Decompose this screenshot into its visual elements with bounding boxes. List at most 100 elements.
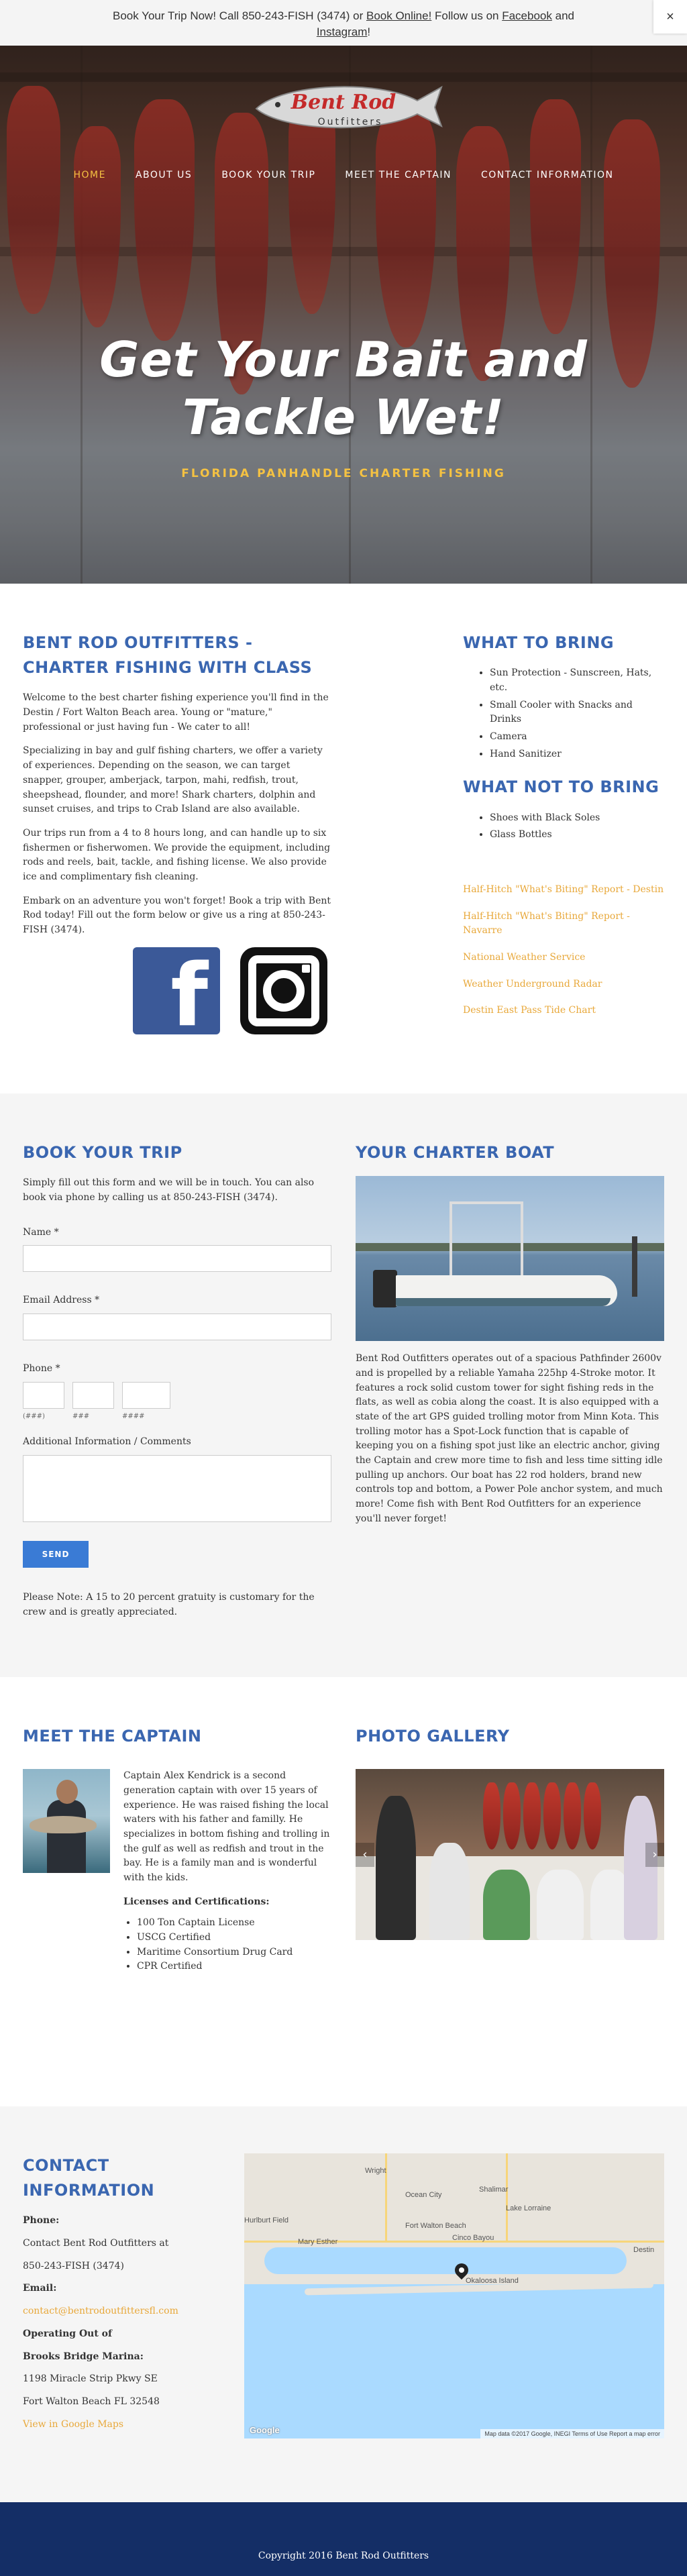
gallery-fish [503,1782,521,1850]
announcement-bar: Book Your Trip Now! Call 850-243-FISH (3… [0,0,687,46]
photo-gallery-slider[interactable]: ‹ › [356,1769,664,1941]
what-not-to-bring-list: Shoes with Black Soles Glass Bottles [490,811,664,843]
social-links: f [133,947,331,1034]
booking-form-column: BOOK YOUR TRIP Simply fill out this form… [23,1140,331,1629]
licenses-title: Licenses and Certifications: [123,1896,270,1907]
nav-item-contact-information[interactable]: CONTACT INFORMATION [466,168,628,183]
nav-item-meet-the-captain[interactable]: MEET THE CAPTAIN [330,168,466,183]
what-to-bring-list: Sun Protection - Sunscreen, Hats, etc. S… [490,666,664,761]
gallery-person [537,1870,584,1941]
hero-subheadline: FLORIDA PANHANDLE CHARTER FISHING [181,467,506,480]
send-button[interactable]: SEND [23,1540,89,1568]
announcement-text-and: and [551,9,574,22]
nav-item-about-us[interactable]: ABOUT US [121,168,207,183]
phone-number: 850-243-FISH (3474) [23,2260,124,2271]
link-tide-chart[interactable]: Destin East Pass Tide Chart [463,1004,664,1018]
phone-fields [23,1381,331,1409]
gallery-person [483,1870,530,1941]
announcement-text-end: ! [367,25,371,38]
phone-hints: (###) ### #### [23,1411,331,1422]
list-item: Shoes with Black Soles [490,811,664,826]
book-online-link[interactable]: Book Online! [366,9,431,22]
phone-label: Phone * [23,1362,60,1374]
charter-boat-column: YOUR CHARTER BOAT Bent Rod Outfitters op… [356,1140,664,1629]
facebook-glyph: f [170,947,208,1034]
link-weather-underground-radar[interactable]: Weather Underground Radar [463,977,664,992]
map-label: Mary Esther [298,2238,338,2246]
boat-photo [356,1176,664,1342]
booking-intro: Simply fill out this form and we will be… [23,1177,315,1203]
gallery-person [624,1796,657,1941]
map-bay [264,2247,627,2274]
about-section: BENT ROD OUTFITTERS - CHARTER FISHING WI… [0,584,687,1093]
boat-marker-post [632,1236,637,1297]
about-paragraph: Embark on an adventure you won't forget!… [23,895,331,935]
phone-hint: (###) [23,1412,45,1420]
captain-photo-body [47,1800,86,1874]
list-item: Maritime Consortium Drug Card [137,1945,331,1960]
link-national-weather-service[interactable]: National Weather Service [463,951,664,965]
boat-hull-stripe [396,1298,611,1307]
boat-motor [373,1270,397,1308]
phone-area-code-field[interactable] [23,1381,64,1409]
gallery-person [429,1843,470,1941]
site-logo[interactable]: Bent Rod Outfitters [243,70,444,144]
list-item: Sun Protection - Sunscreen, Hats, etc. [490,666,664,695]
embedded-map[interactable]: Wright Ocean City Shalimar Lake Lorraine… [244,2153,664,2438]
what-not-to-bring-title: WHAT NOT TO BRING [463,777,659,797]
link-navarre-report[interactable]: Half-Hitch "What's Biting" Report - Nava… [463,910,664,938]
gallery-column: PHOTO GALLERY ‹ › [356,1724,664,1974]
charter-boat-description: Bent Rod Outfitters operates out of a sp… [356,1353,663,1524]
copyright-text: Copyright 2016 Bent Rod Outfitters [258,2551,429,2561]
facebook-icon[interactable]: f [133,947,220,1034]
gallery-fish [543,1782,561,1850]
phone-prefix-field[interactable] [72,1381,114,1409]
facebook-link[interactable]: Facebook [502,9,552,22]
logo-fish-icon: Bent Rod Outfitters [255,85,443,129]
phone-heading: Phone: [23,2215,60,2226]
gallery-fish [584,1782,601,1850]
announcement-text-middle: Follow us on [431,9,503,22]
hero-headline-line2: Tackle Wet! [182,389,505,445]
email-field[interactable] [23,1313,331,1340]
additional-info-label: Additional Information / Comments [23,1436,191,1448]
booking-title: BOOK YOUR TRIP [23,1143,182,1162]
captain-bio-text: Captain Alex Kendrick is a second genera… [123,1770,330,1883]
gallery-fish [564,1782,581,1850]
link-destin-report[interactable]: Half-Hitch "What's Biting" Report - Dest… [463,883,664,898]
hero-headline: Get Your Bait and Tackle Wet! [0,331,687,446]
site-footer: Copyright 2016 Bent Rod Outfitters [0,2502,687,2576]
additional-info-field[interactable] [23,1454,331,1522]
name-field[interactable] [23,1245,331,1273]
phone-line-field[interactable] [122,1381,170,1409]
map-label: Hurlburt Field [244,2216,289,2224]
map-label: Shalimar [479,2186,509,2194]
nav-item-home[interactable]: HOME [58,168,120,183]
phone-hint: #### [122,1412,145,1420]
sidebar-column: WHAT TO BRING Sun Protection - Sunscreen… [463,631,664,1034]
gallery-fish [483,1782,500,1850]
email-heading: Email: [23,2283,57,2294]
instagram-link[interactable]: Instagram [317,25,368,38]
list-item: Camera [490,730,664,745]
captain-bio: Captain Alex Kendrick is a second genera… [123,1769,331,1974]
google-logo: Google [250,2424,280,2435]
hero-banner: Bent Rod Outfitters HOME ABOUT US BOOK Y… [0,46,687,584]
nav-item-book-your-trip[interactable]: BOOK YOUR TRIP [207,168,330,183]
instagram-icon[interactable] [240,947,327,1034]
phone-line1: Contact Bent Rod Outfitters at [23,2238,169,2249]
list-item: Hand Sanitizer [490,747,664,762]
captain-photo-fish [30,1816,97,1834]
gallery-prev-icon[interactable]: ‹ [356,1843,374,1868]
map-label: Cinco Bayou [452,2234,494,2242]
licenses-list: 100 Ton Captain License USCG Certified M… [137,1916,331,1974]
address-line2: Fort Walton Beach FL 32548 [23,2396,160,2407]
map-attribution[interactable]: Map data ©2017 Google, INEGI Terms of Us… [480,2429,664,2438]
google-maps-link[interactable]: View in Google Maps [23,2419,123,2430]
list-item: Glass Bottles [490,828,664,843]
gallery-person [376,1796,416,1941]
gallery-next-icon[interactable]: › [645,1843,664,1868]
close-icon[interactable]: × [653,0,687,34]
email-link[interactable]: contact@bentrodoutfittersfl.com [23,2306,178,2316]
list-item: Small Cooler with Snacks and Drinks [490,698,664,727]
